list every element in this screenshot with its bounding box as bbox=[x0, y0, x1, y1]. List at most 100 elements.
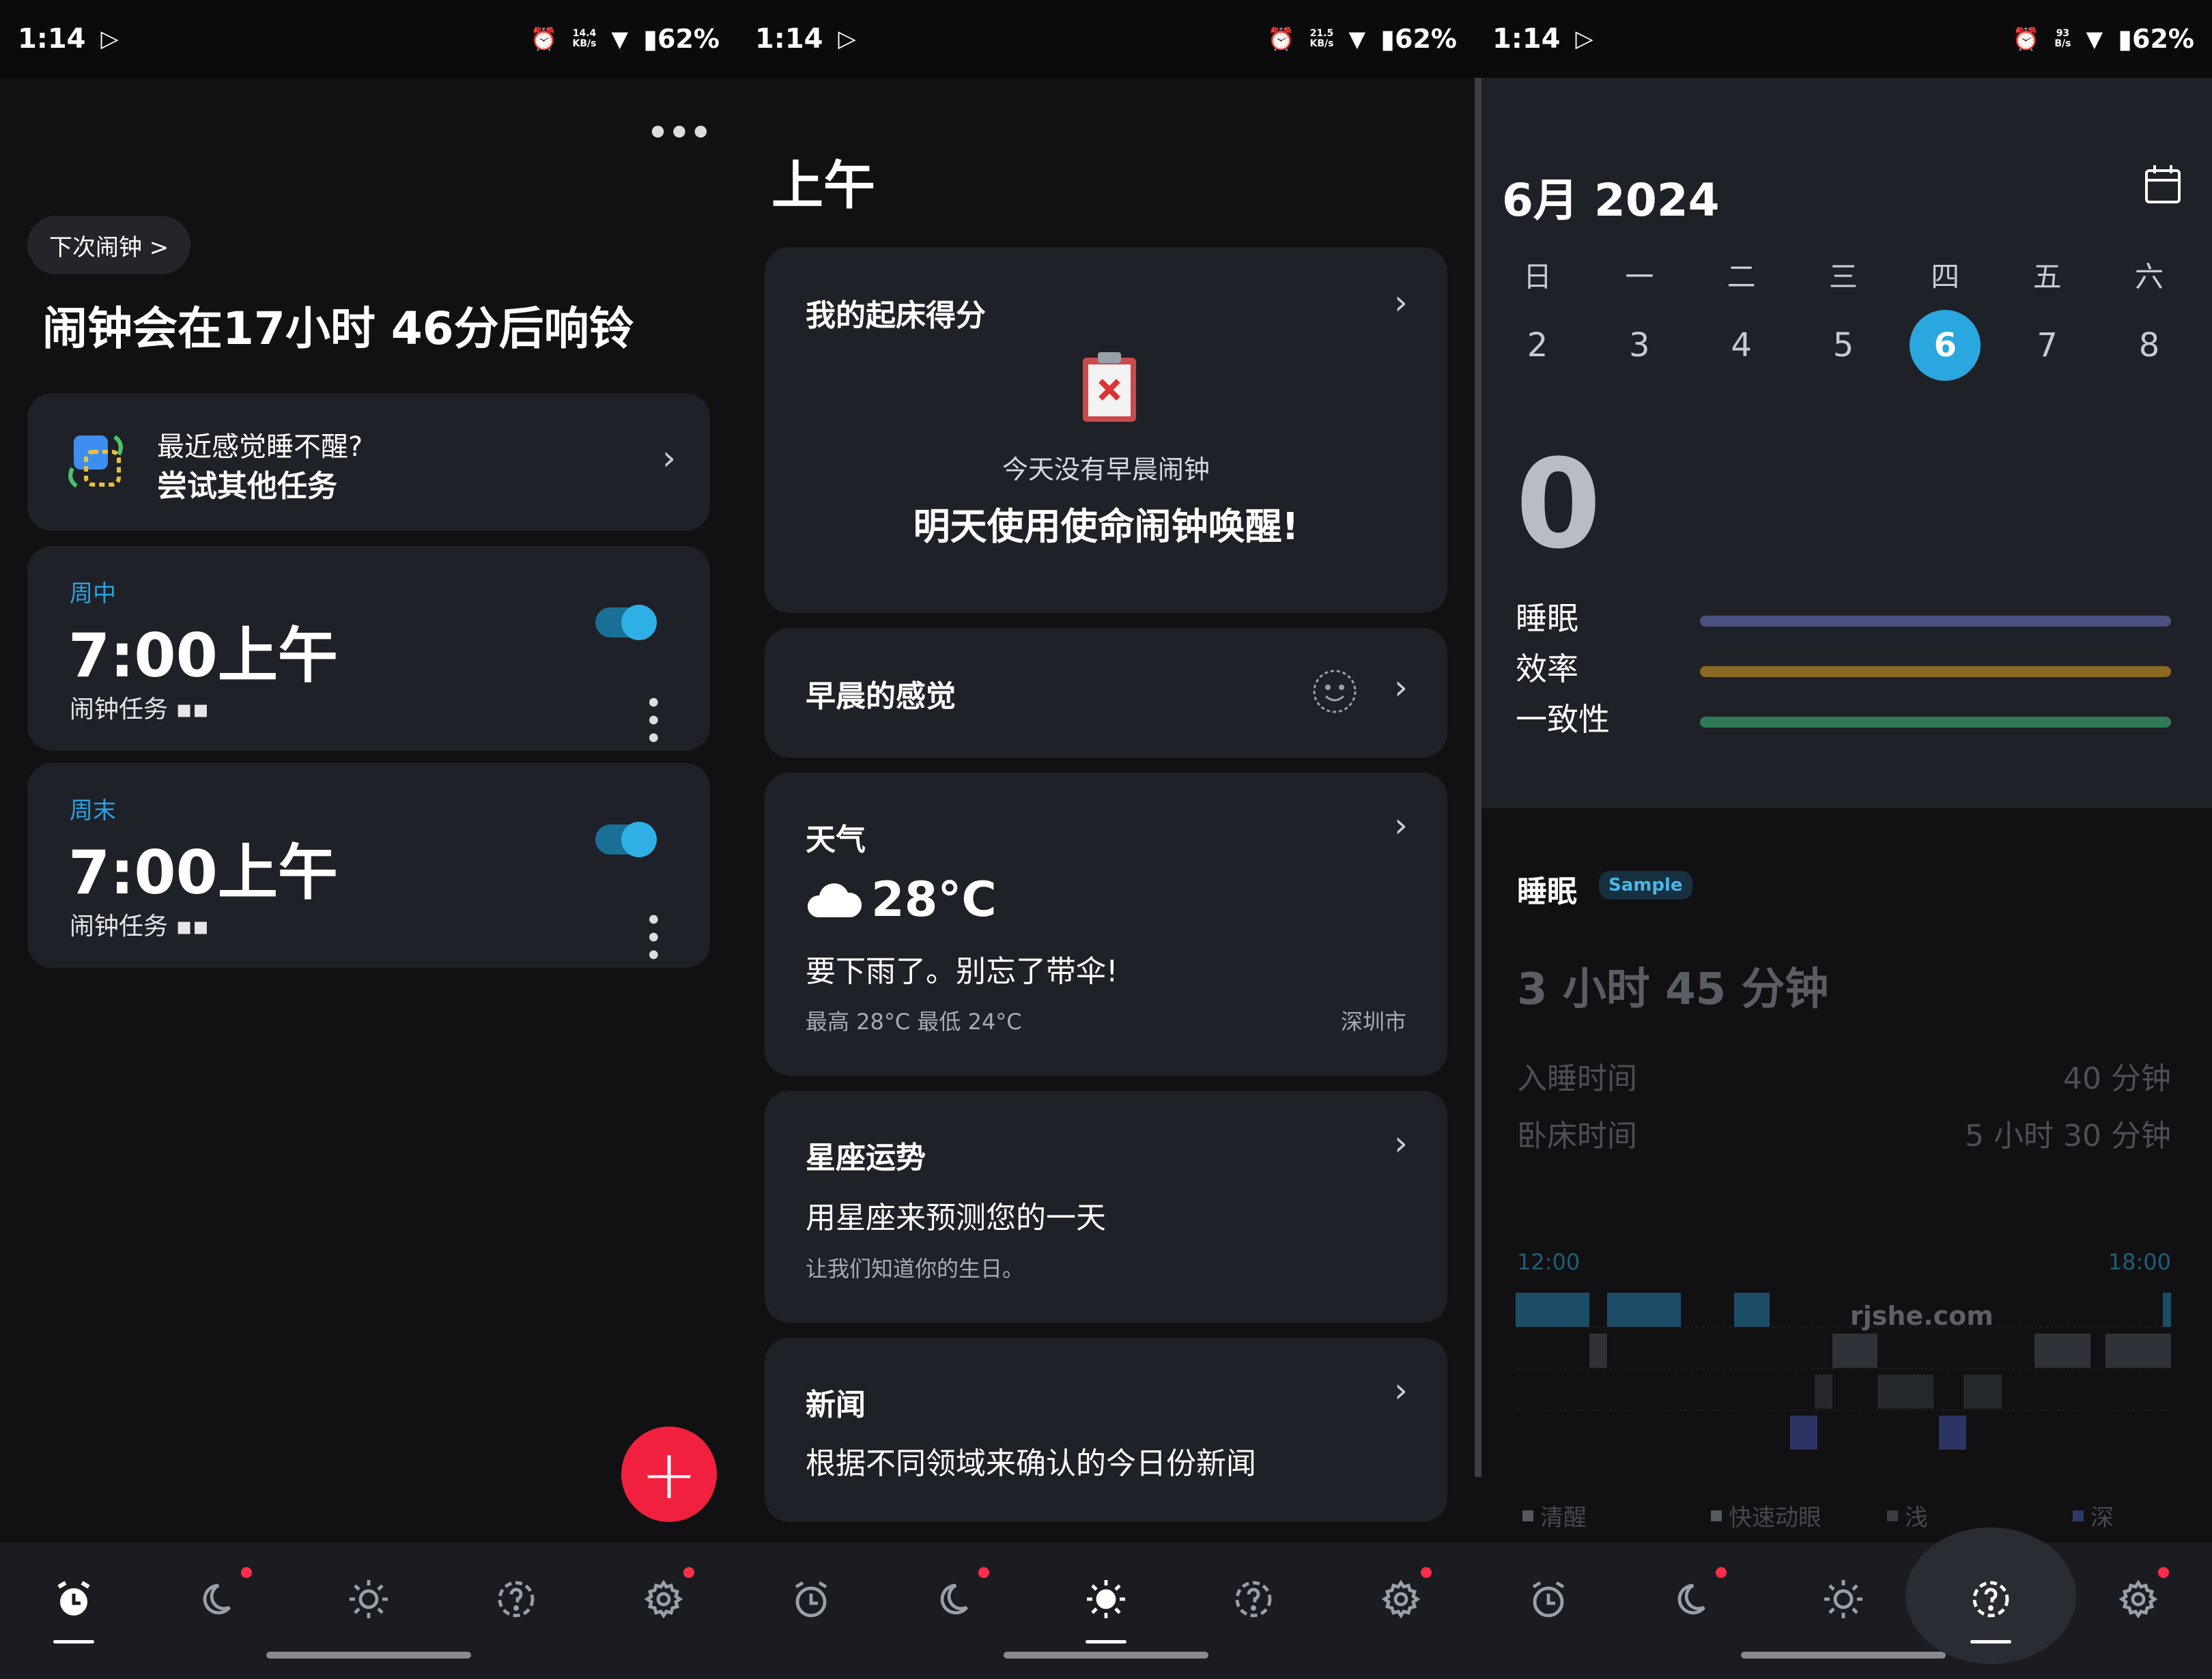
chart-segment bbox=[1589, 1334, 1607, 1368]
chart-axis-start: 12:00 bbox=[1517, 1249, 1580, 1275]
chart-segment bbox=[2034, 1334, 2090, 1368]
metric-label-consistency: 一致性 bbox=[1516, 701, 1610, 738]
bottom-nav bbox=[737, 1542, 1475, 1679]
date-cell[interactable]: 8 bbox=[2114, 310, 2185, 381]
metric-bar-efficiency bbox=[1700, 666, 2171, 677]
nav-morning[interactable] bbox=[317, 1555, 420, 1644]
next-alarm-pill[interactable]: 下次闹钟 > bbox=[27, 216, 191, 274]
sleep-duration: 3 小时 45 分钟 bbox=[1517, 964, 1829, 1015]
gear-icon bbox=[1381, 1579, 1421, 1619]
legend-awake: 清醒 bbox=[1522, 1499, 1587, 1532]
nav-sleep[interactable] bbox=[170, 1555, 272, 1644]
status-time: 1:14 bbox=[755, 23, 823, 55]
smiley-face-icon bbox=[1313, 670, 1357, 713]
network-speed: 93 B/s bbox=[2054, 28, 2071, 49]
task-grid-icon: ▪▪ bbox=[175, 695, 210, 723]
gesture-bar bbox=[1004, 1652, 1208, 1659]
more-options-icon[interactable]: ••• bbox=[646, 109, 713, 157]
wakeup-score-card[interactable]: 我的起床得分 › 今天没有早晨闹钟 明天使用使命闹钟唤醒! bbox=[765, 247, 1447, 613]
alarm-time: 7:00上午 bbox=[68, 837, 338, 908]
nav-morning[interactable] bbox=[1055, 1555, 1157, 1644]
gesture-bar bbox=[266, 1652, 471, 1659]
month-title[interactable]: 6月 2024 bbox=[1502, 164, 1720, 229]
alarm-card-weekend[interactable]: 周末 7:00上午 闹钟任务 ▪▪ ••• bbox=[27, 763, 710, 968]
horoscope-card[interactable]: 星座运势 › 用星座来预测您的一天 让我们知道你的生日。 bbox=[765, 1091, 1447, 1323]
nav-alarm[interactable] bbox=[23, 1555, 125, 1644]
battery-level: ▮62% bbox=[1380, 24, 1457, 54]
date-cell[interactable]: 4 bbox=[1706, 310, 1777, 381]
nav-settings[interactable] bbox=[1350, 1555, 1452, 1644]
nav-settings[interactable] bbox=[2087, 1555, 2189, 1644]
stat-value: 40 分钟 bbox=[2063, 1061, 2171, 1096]
play-store-icon: ▷ bbox=[1575, 25, 1593, 53]
weekday-label: 三 bbox=[1828, 260, 1858, 293]
alarm-menu-icon[interactable]: ••• bbox=[635, 910, 670, 964]
alarm-menu-icon[interactable]: ••• bbox=[635, 693, 670, 747]
bottom-nav bbox=[0, 1542, 737, 1679]
card-title: 早晨的感觉 bbox=[806, 679, 956, 714]
card-title: 新闻 bbox=[806, 1388, 866, 1422]
nav-morning[interactable] bbox=[1792, 1555, 1895, 1644]
calendar-icon[interactable] bbox=[2144, 164, 2182, 205]
weather-city: 深圳市 bbox=[1340, 1009, 1406, 1035]
date-cell[interactable]: 5 bbox=[1808, 310, 1879, 381]
week-dates: 2 3 4 5 6 7 8 bbox=[1502, 310, 2185, 381]
alarm-label: 周末 bbox=[70, 797, 116, 824]
weekday-label: 五 bbox=[2032, 260, 2062, 293]
battery-level: ▮62% bbox=[643, 24, 720, 54]
network-speed: 21.5 KB/s bbox=[1309, 28, 1334, 49]
play-store-icon: ▷ bbox=[838, 25, 856, 53]
network-speed: 14.4 KB/s bbox=[572, 28, 597, 49]
nav-report[interactable] bbox=[1905, 1527, 2076, 1664]
alarm-status-icon: ⏰ bbox=[530, 26, 558, 52]
morning-feeling-card[interactable]: 早晨的感觉 › bbox=[765, 628, 1447, 758]
nav-alarm[interactable] bbox=[1497, 1555, 1600, 1644]
tip-question: 最近感觉睡不醒? bbox=[157, 431, 363, 463]
sleep-score: 0 bbox=[1516, 433, 1602, 576]
gear-icon bbox=[2118, 1579, 2158, 1619]
wakeup-message: 明天使用使命闹钟唤醒! bbox=[913, 505, 1299, 548]
help-circle-icon bbox=[1972, 1581, 2009, 1618]
nav-settings[interactable] bbox=[612, 1555, 715, 1644]
alarm-toggle[interactable] bbox=[595, 605, 657, 640]
status-bar: 1:14 ▷ ⏰ 14.4 KB/s ▼ ▮62% bbox=[0, 0, 737, 78]
chevron-right-icon: › bbox=[1394, 668, 1408, 707]
weather-card[interactable]: 天气 › 28°C 要下雨了。别忘了带伞! 最高 28°C 最低 24°C 深圳… bbox=[765, 773, 1447, 1076]
chevron-right-icon: › bbox=[1394, 805, 1408, 845]
nav-sleep[interactable] bbox=[907, 1555, 1010, 1644]
alarm-toggle[interactable] bbox=[595, 822, 657, 857]
card-title: 天气 bbox=[806, 822, 866, 857]
add-alarm-button[interactable]: + bbox=[621, 1426, 717, 1522]
sun-icon bbox=[1824, 1580, 1862, 1618]
chart-axis-end: 18:00 bbox=[2108, 1249, 2171, 1275]
chart-segment bbox=[1877, 1375, 1933, 1409]
nav-report[interactable] bbox=[465, 1555, 567, 1644]
status-time: 1:14 bbox=[18, 23, 86, 55]
alarm-card-weekday[interactable]: 周中 7:00上午 闹钟任务 ▪▪ ••• bbox=[27, 546, 710, 751]
chart-segment bbox=[1607, 1293, 1681, 1327]
mission-tip-card[interactable]: 最近感觉睡不醒? 尝试其他任务 › bbox=[27, 393, 710, 531]
nav-report[interactable] bbox=[1202, 1555, 1305, 1644]
date-cell[interactable]: 3 bbox=[1604, 310, 1675, 381]
nav-sleep[interactable] bbox=[1645, 1555, 1747, 1644]
date-cell-selected[interactable]: 6 bbox=[1910, 310, 1981, 381]
nav-alarm[interactable] bbox=[760, 1555, 862, 1644]
weather-range: 最高 28°C 最低 24°C bbox=[806, 1009, 1022, 1035]
chart-segment bbox=[1939, 1416, 1966, 1450]
date-cell[interactable]: 7 bbox=[2012, 310, 2083, 381]
legend-swatch bbox=[1887, 1510, 1898, 1521]
chevron-right-icon: › bbox=[662, 438, 676, 478]
weather-temperature: 28°C bbox=[806, 872, 997, 928]
chart-segment bbox=[1963, 1375, 2002, 1409]
wifi-icon: ▼ bbox=[1348, 26, 1366, 52]
chart-segment bbox=[2105, 1334, 2171, 1368]
news-card[interactable]: 新闻 › 根据不同领域来确认的今日份新闻 bbox=[765, 1338, 1447, 1522]
metric-bar-sleep bbox=[1700, 616, 2171, 627]
date-cell[interactable]: 2 bbox=[1502, 310, 1573, 381]
play-store-icon: ▷ bbox=[100, 25, 119, 53]
sleep-section-title: 睡眠 bbox=[1517, 874, 1577, 909]
status-bar: 1:14 ▷ ⏰ 93 B/s ▼ ▮62% bbox=[1475, 0, 2212, 78]
weather-description: 要下雨了。别忘了带伞! bbox=[806, 954, 1118, 989]
cloud-icon bbox=[807, 883, 862, 917]
gesture-bar bbox=[1741, 1652, 1946, 1659]
